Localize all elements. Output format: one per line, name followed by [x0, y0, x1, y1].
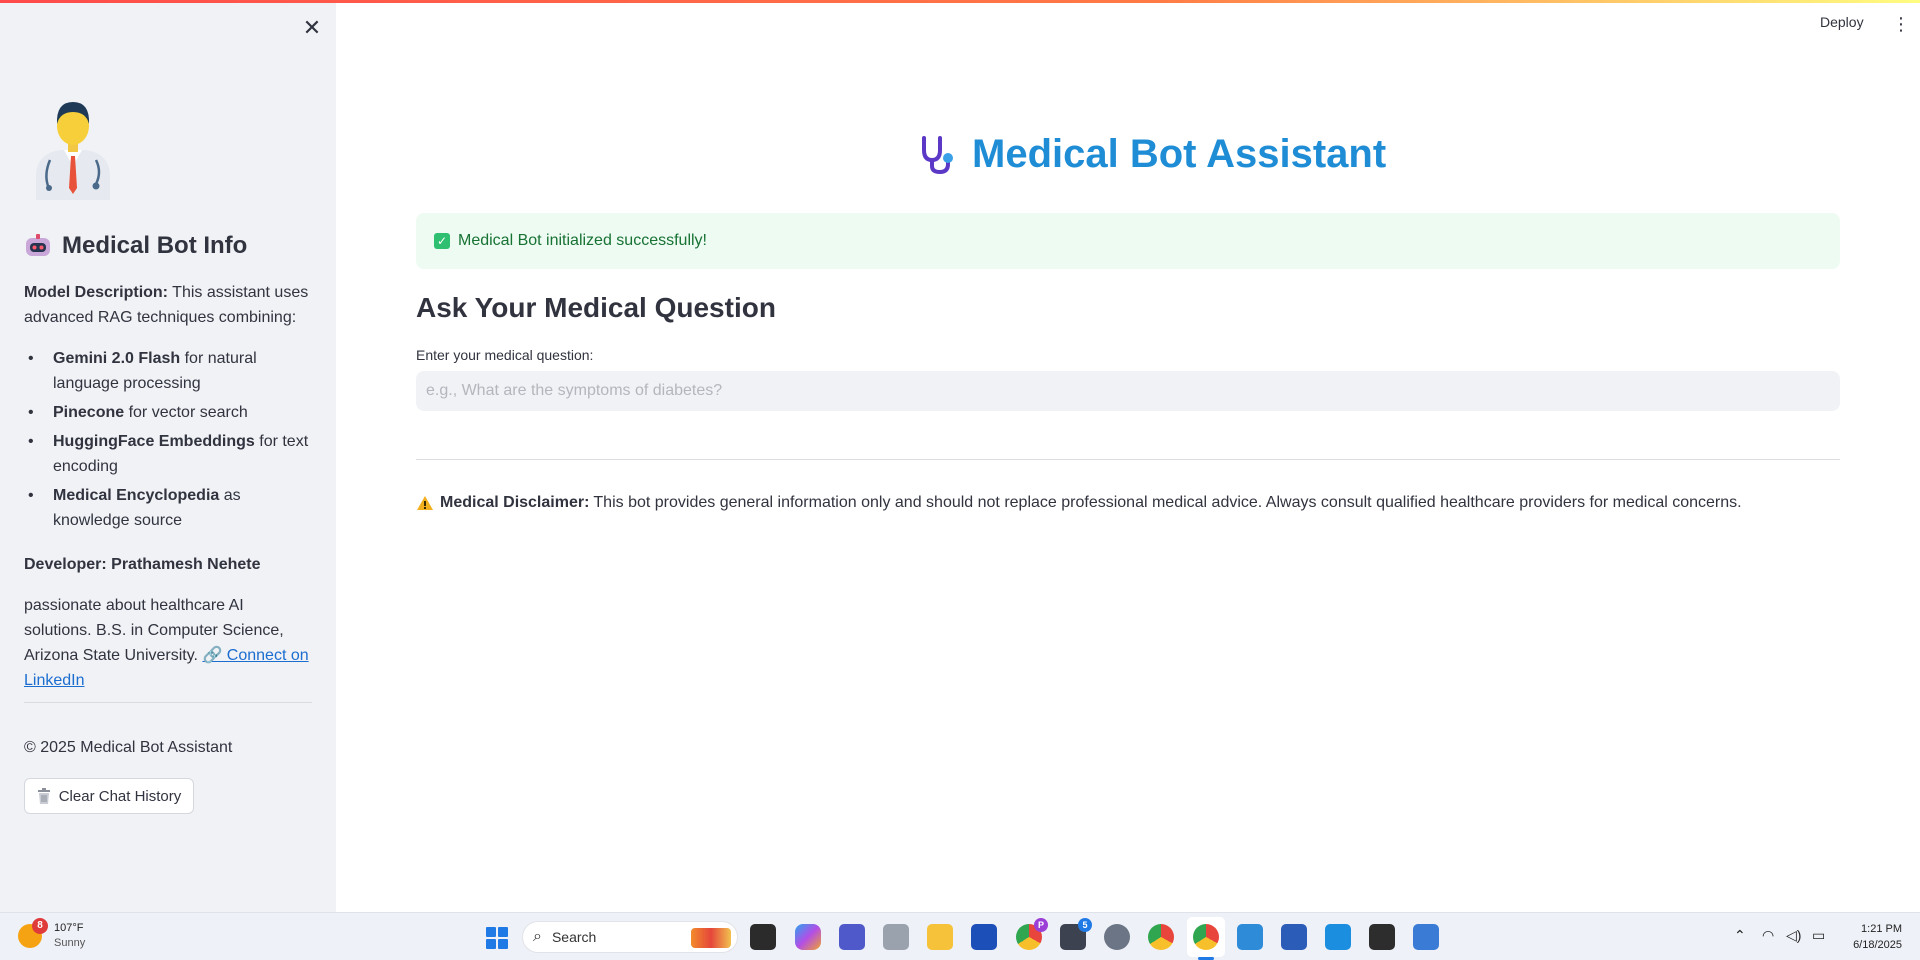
developer-bio: passionate about healthcare AI solutions… [24, 593, 314, 693]
list-item: Pinecone for vector search [24, 400, 314, 425]
copyright: © 2025 Medical Bot Assistant [24, 739, 233, 756]
deploy-button[interactable]: Deploy [1820, 14, 1864, 30]
volume-icon[interactable]: ◁) [1786, 927, 1801, 944]
warning-icon [417, 496, 433, 510]
doctor-avatar [36, 102, 110, 200]
copilot-icon[interactable] [795, 924, 821, 950]
photos-icon[interactable] [883, 924, 909, 950]
vscode-icon[interactable] [1325, 924, 1351, 950]
app-notification-badge: 5 [1078, 918, 1092, 932]
sidebar-heading-text: Medical Bot Info [62, 232, 248, 259]
chrome-icon[interactable]: P [1016, 918, 1048, 950]
content-divider [416, 459, 1840, 460]
image-app-icon[interactable] [1237, 924, 1263, 950]
success-alert: ✓ Medical Bot initialized successfully! [416, 213, 1840, 269]
feature-name: Gemini 2.0 Flash [53, 350, 181, 367]
feature-desc: for vector search [124, 404, 248, 421]
clock-time: 1:21 PM [1861, 923, 1902, 935]
section-heading: Ask Your Medical Question [416, 292, 776, 323]
chevron-up-icon[interactable]: ⌃ [1734, 927, 1746, 944]
feature-list: Gemini 2.0 Flash for natural language pr… [24, 346, 314, 537]
feature-name: Medical Encyclopedia [53, 487, 220, 504]
wifi-icon[interactable]: ◠ [1762, 927, 1774, 944]
store-icon[interactable] [971, 924, 997, 950]
feature-name: Pinecone [53, 404, 125, 421]
chrome-active-icon[interactable] [1193, 924, 1219, 950]
disclaimer-label: Medical Disclaimer: [440, 494, 590, 511]
sidebar-heading: Medical Bot Info [24, 232, 247, 260]
windows-start-icon[interactable] [486, 927, 508, 949]
feature-name: HuggingFace Embeddings [53, 433, 255, 450]
taskbar-clock[interactable]: 1:21 PM 6/18/2025 [1836, 921, 1902, 953]
search-icon: ⌕ [533, 928, 542, 945]
developer-name: Developer: Prathamesh Nehete [24, 556, 261, 573]
weather-badge: 8 [32, 918, 48, 934]
list-item: Medical Encyclopedia as knowledge source [24, 483, 314, 533]
sidebar: ✕ Medical Bot Info Model Description: Th… [0, 0, 336, 912]
top-decoration-stripe [0, 0, 1920, 3]
file-explorer-icon[interactable] [927, 924, 953, 950]
settings-icon[interactable] [1104, 924, 1130, 950]
taskbar-search-label: Search [551, 929, 597, 945]
sidebar-divider [24, 702, 312, 703]
success-message: Medical Bot initialized successfully! [458, 232, 707, 249]
task-view-icon[interactable] [750, 924, 776, 950]
taskbar-search[interactable]: ⌕ Search [522, 921, 738, 953]
sun-icon: 8 [18, 918, 48, 948]
question-input-label: Enter your medical question: [416, 347, 594, 363]
clock-date: 6/18/2025 [1853, 939, 1902, 951]
list-item: HuggingFace Embeddings for text encoding [24, 429, 314, 479]
clear-chat-history-button[interactable]: Clear Chat History [24, 778, 194, 814]
model-description-label: Model Description: [24, 284, 169, 301]
weather-widget[interactable]: 8 107°F Sunny [18, 918, 85, 951]
terminal-icon[interactable] [1369, 924, 1395, 950]
weather-temp: 107°F [54, 922, 84, 934]
medical-disclaimer: Medical Disclaimer: This bot provides ge… [416, 494, 1742, 512]
word-icon[interactable] [1281, 924, 1307, 950]
trash-icon [37, 788, 50, 804]
model-description: Model Description: This assistant uses a… [24, 280, 314, 330]
main-menu-icon[interactable]: ⋮ [1892, 14, 1910, 34]
page-title: Medical Bot Assistant [916, 132, 1386, 177]
question-input[interactable] [416, 371, 1840, 411]
weather-condition: Sunny [54, 937, 86, 949]
battery-icon[interactable]: ▭ [1812, 927, 1825, 944]
clear-button-label: Clear Chat History [58, 787, 182, 805]
stethoscope-icon [922, 135, 953, 174]
developer-label: Developer: Prathamesh Nehete [24, 552, 314, 577]
robot-icon [26, 234, 50, 256]
chrome-icon[interactable] [1148, 924, 1174, 950]
check-icon: ✓ [434, 233, 450, 249]
app-icon[interactable]: 5 [1060, 918, 1092, 950]
weather-info: 107°F Sunny [54, 921, 85, 951]
disclaimer-text: This bot provides general information on… [593, 494, 1742, 511]
teams-icon[interactable] [839, 924, 865, 950]
search-highlight-image [691, 928, 731, 948]
list-item: Gemini 2.0 Flash for natural language pr… [24, 346, 314, 396]
page-title-text: Medical Bot Assistant [972, 132, 1387, 176]
close-sidebar-icon[interactable]: ✕ [300, 16, 324, 40]
chrome-profile-badge: P [1034, 918, 1048, 932]
taskbar: 8 107°F Sunny ⌕ Search P 5 ⌃ ◠ ◁) ▭ 1:21… [0, 912, 1920, 960]
notepad-icon[interactable] [1413, 924, 1439, 950]
